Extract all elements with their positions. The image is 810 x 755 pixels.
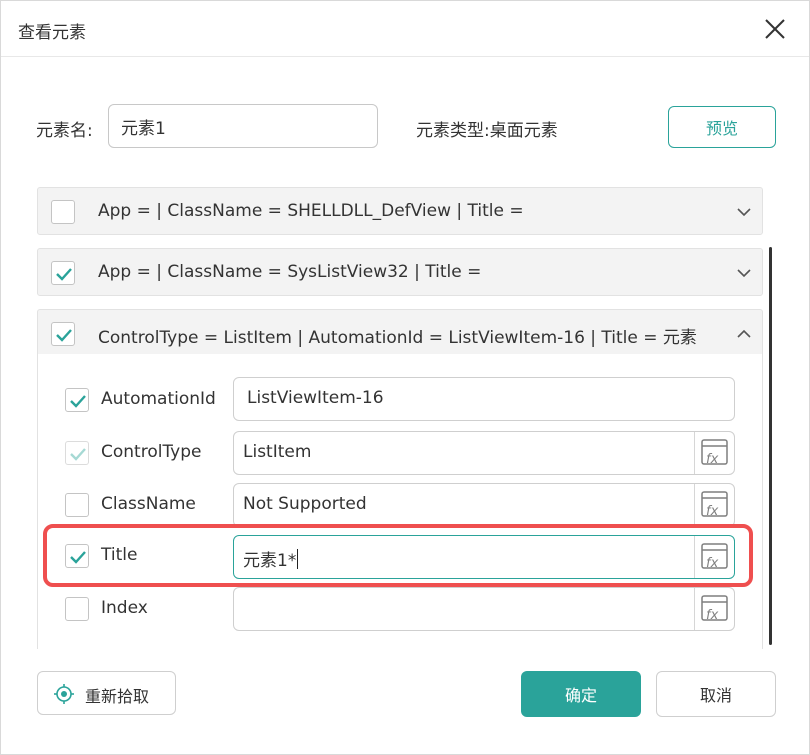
property-field-classname[interactable]: Not Supported fx: [233, 483, 735, 527]
property-field-controltype[interactable]: ListItem fx: [233, 431, 735, 475]
chevron-down-icon[interactable]: [736, 265, 752, 281]
scrollbar[interactable]: [769, 247, 772, 645]
hierarchy-row[interactable]: App = | ClassName = SHELLDLL_DefView | T…: [37, 187, 763, 235]
preview-button[interactable]: 预览: [668, 106, 776, 148]
property-label: AutomationId: [101, 389, 216, 409]
fx-button[interactable]: fx: [694, 484, 734, 526]
property-field-automationid[interactable]: ListViewItem-16: [233, 377, 735, 421]
fx-button[interactable]: fx: [694, 432, 734, 474]
repick-button[interactable]: 重新拾取: [37, 671, 176, 715]
property-label: ClassName: [101, 494, 196, 514]
svg-text:fx: fx: [706, 608, 719, 623]
hierarchy-row-text: ControlType = ListItem | AutomationId = …: [98, 328, 697, 348]
hierarchy-checkbox[interactable]: [51, 322, 75, 346]
hierarchy-row-text: App = | ClassName = SysListView32 | Titl…: [98, 262, 482, 282]
checkmark-icon: [70, 448, 86, 461]
cancel-button[interactable]: 取消: [656, 671, 776, 717]
hierarchy-row[interactable]: ControlType = ListItem | AutomationId = …: [37, 309, 763, 355]
element-type-value: 桌面元素: [489, 121, 558, 141]
view-element-dialog: 查看元素 元素名: 元素类型:桌面元素 预览 App = | ClassName…: [0, 0, 810, 755]
highlight-box: [43, 524, 753, 587]
property-checkbox-automationid[interactable]: [65, 388, 89, 412]
hierarchy-row-text: App = | ClassName = SHELLDLL_DefView | T…: [98, 201, 524, 221]
dialog-titlebar: 查看元素: [1, 1, 809, 57]
checkmark-icon: [56, 268, 72, 281]
property-checkbox-index[interactable]: [65, 597, 89, 621]
repick-label: 重新拾取: [85, 687, 150, 706]
element-type-caption: 元素类型:: [416, 121, 490, 141]
fx-button[interactable]: fx: [694, 588, 734, 630]
hierarchy-checkbox[interactable]: [51, 200, 75, 224]
close-button[interactable]: [759, 13, 791, 45]
property-checkbox-controltype: [65, 441, 89, 465]
property-value: Not Supported: [243, 494, 367, 514]
element-type-label: 元素类型:桌面元素: [416, 116, 558, 141]
chevron-up-icon[interactable]: [736, 326, 752, 342]
dialog-title: 查看元素: [18, 23, 86, 43]
target-icon: [54, 684, 74, 704]
property-value: ListViewItem-16: [247, 388, 384, 408]
fx-icon: fx: [701, 491, 728, 519]
chevron-down-icon[interactable]: [736, 204, 752, 220]
checkmark-icon: [56, 329, 72, 342]
property-field-index[interactable]: fx: [233, 587, 735, 631]
svg-text:fx: fx: [706, 504, 719, 519]
element-name-label: 元素名:: [36, 121, 93, 141]
hierarchy-checkbox[interactable]: [51, 261, 75, 285]
property-checkbox-classname[interactable]: [65, 493, 89, 517]
ok-button[interactable]: 确定: [521, 671, 641, 717]
checkmark-icon: [70, 395, 86, 408]
close-icon: [765, 19, 785, 39]
fx-icon: fx: [701, 595, 728, 623]
element-name-input[interactable]: [108, 104, 378, 148]
property-label: Index: [101, 598, 148, 618]
svg-text:fx: fx: [706, 452, 719, 467]
hierarchy-row[interactable]: App = | ClassName = SysListView32 | Titl…: [37, 248, 763, 296]
property-label: ControlType: [101, 442, 202, 462]
fx-icon: fx: [701, 439, 728, 467]
property-value: ListItem: [243, 442, 312, 462]
